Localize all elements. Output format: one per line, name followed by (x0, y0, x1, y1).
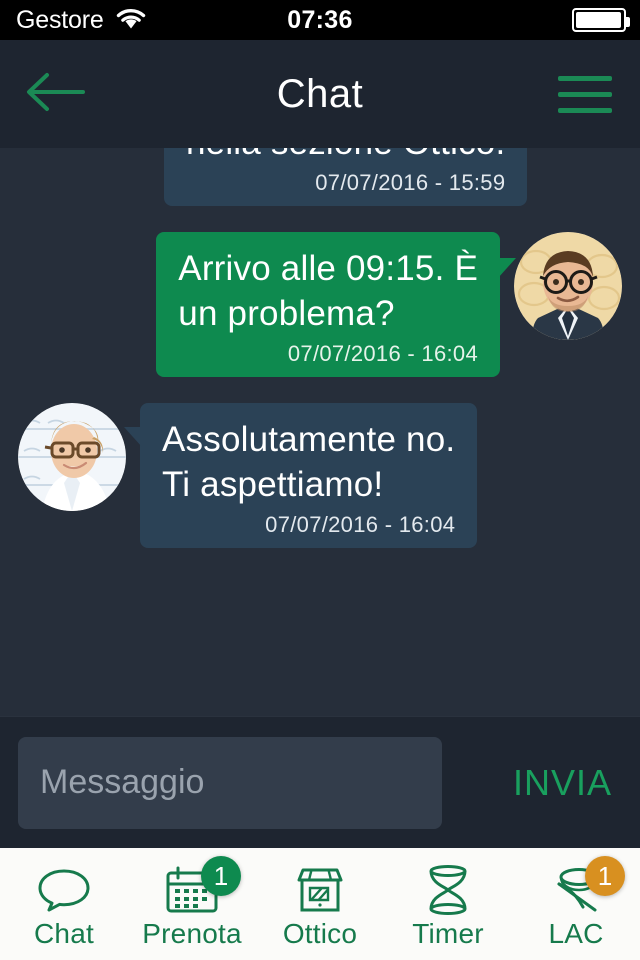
send-button[interactable]: INVIA (513, 762, 622, 804)
contact-lens-icon: 1 (545, 856, 625, 916)
badge-prenota: 1 (201, 856, 241, 896)
tab-lac[interactable]: 1 LAC (512, 848, 640, 960)
tab-label: LAC (548, 918, 604, 949)
message-text: nella sezione Ottico. (186, 148, 505, 166)
battery-icon (572, 8, 630, 32)
avatar-male-customer[interactable] (514, 231, 622, 340)
message-bubble-incoming[interactable]: Assolutamente no. Ti aspettiamo! 07/07/2… (123, 402, 478, 548)
message-composer: INVIA (0, 716, 640, 848)
tab-prenota[interactable]: 1 Prenota (128, 848, 256, 960)
bottom-tab-bar: Chat 1 Prenota Ottico Timer 1 LAC (0, 848, 640, 960)
message-text: Assolutamente no. Ti aspettiamo! (162, 419, 456, 505)
avatar-female-optician[interactable] (18, 402, 126, 511)
message-timestamp: 07/07/2016 - 16:04 (287, 340, 478, 366)
speech-bubble-icon (33, 864, 95, 916)
calendar-icon: 1 (161, 856, 241, 916)
storefront-icon (289, 864, 351, 916)
navigation-header: Chat (0, 40, 640, 148)
message-input[interactable] (18, 736, 442, 829)
hourglass-icon (417, 864, 479, 916)
tab-timer[interactable]: Timer (384, 848, 512, 960)
hamburger-menu-button[interactable] (530, 75, 640, 113)
chat-message-list[interactable]: nella sezione Ottico. 07/07/2016 - 15:59… (0, 148, 640, 716)
tab-label: Timer (412, 918, 484, 949)
status-bar: Gestore 07:36 (0, 0, 640, 40)
message-timestamp: 07/07/2016 - 16:04 (265, 511, 456, 537)
message-timestamp: 07/07/2016 - 15:59 (315, 169, 506, 195)
message-bubble-outgoing[interactable]: Arrivo alle 09:15. È un problema? 07/07/… (156, 231, 516, 377)
message-row: Assolutamente no. Ti aspettiamo! 07/07/2… (0, 402, 640, 548)
tab-chat[interactable]: Chat (0, 848, 128, 960)
message-row: Arrivo alle 09:15. È un problema? 07/07/… (0, 231, 640, 377)
tab-ottico[interactable]: Ottico (256, 848, 384, 960)
message-text: Arrivo alle 09:15. È un problema? (178, 248, 478, 334)
hamburger-menu-icon (558, 75, 612, 81)
tab-label: Ottico (282, 918, 358, 949)
message-bubble-incoming[interactable]: nella sezione Ottico. 07/07/2016 - 15:59 (147, 148, 528, 206)
clock-label: 07:36 (287, 5, 353, 34)
tab-label: Chat (34, 918, 94, 949)
tab-label: Prenota (142, 918, 242, 949)
phone-screen: Gestore 07:36 Chat 07/07/2016 - 15:59 Ar… (0, 0, 640, 960)
badge-lac: 1 (585, 856, 625, 896)
message-row: nella sezione Ottico. 07/07/2016 - 15:59 (0, 148, 640, 206)
